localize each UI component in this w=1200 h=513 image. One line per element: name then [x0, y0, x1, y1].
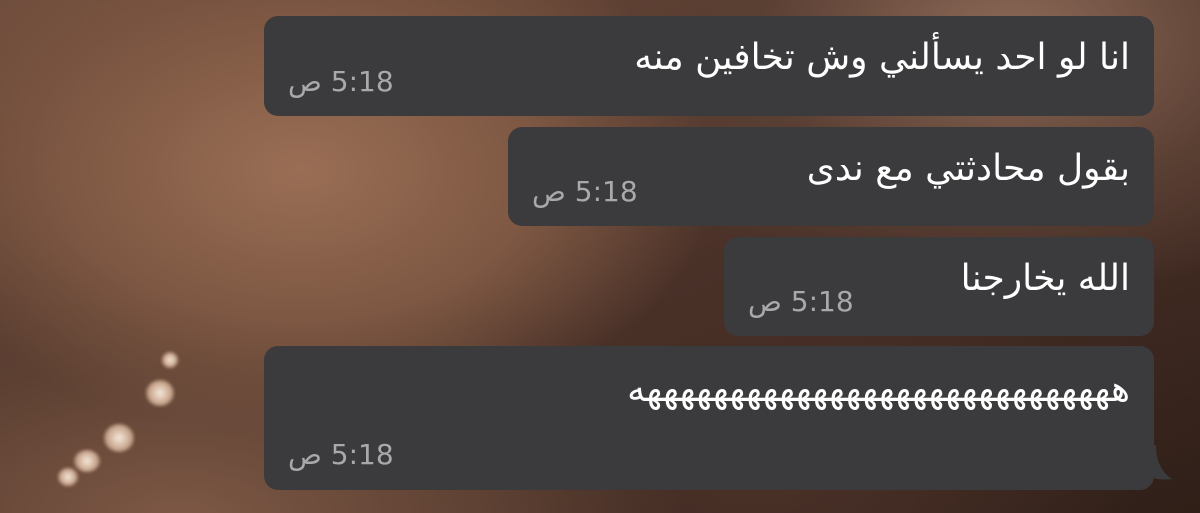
message-timestamp: 5:18 ص [288, 65, 394, 98]
message-bubble[interactable]: هههههههههههههههههههههههههههههه 5:18 ص [264, 346, 1154, 490]
message-timestamp: 5:18 ص [288, 438, 394, 471]
message-list[interactable]: انا لو احد يسألني وش تخافين منه 5:18 ص ب… [0, 0, 1200, 513]
message-text: انا لو احد يسألني وش تخافين منه [634, 37, 1130, 78]
message-timestamp: 5:18 ص [748, 285, 854, 318]
message-bubble[interactable]: بقول محادثتي مع ندى 5:18 ص [508, 127, 1154, 226]
bubble-tail-icon [1138, 445, 1172, 480]
message-text: بقول محادثتي مع ندى [806, 148, 1130, 189]
message-bubble[interactable]: انا لو احد يسألني وش تخافين منه 5:18 ص [264, 16, 1154, 116]
message-text: هههههههههههههههههههههههههههههه [627, 369, 1130, 410]
message-bubble[interactable]: الله يخارجنا 5:18 ص [724, 237, 1154, 336]
message-timestamp: 5:18 ص [532, 175, 638, 208]
message-text: الله يخارجنا [960, 258, 1130, 299]
